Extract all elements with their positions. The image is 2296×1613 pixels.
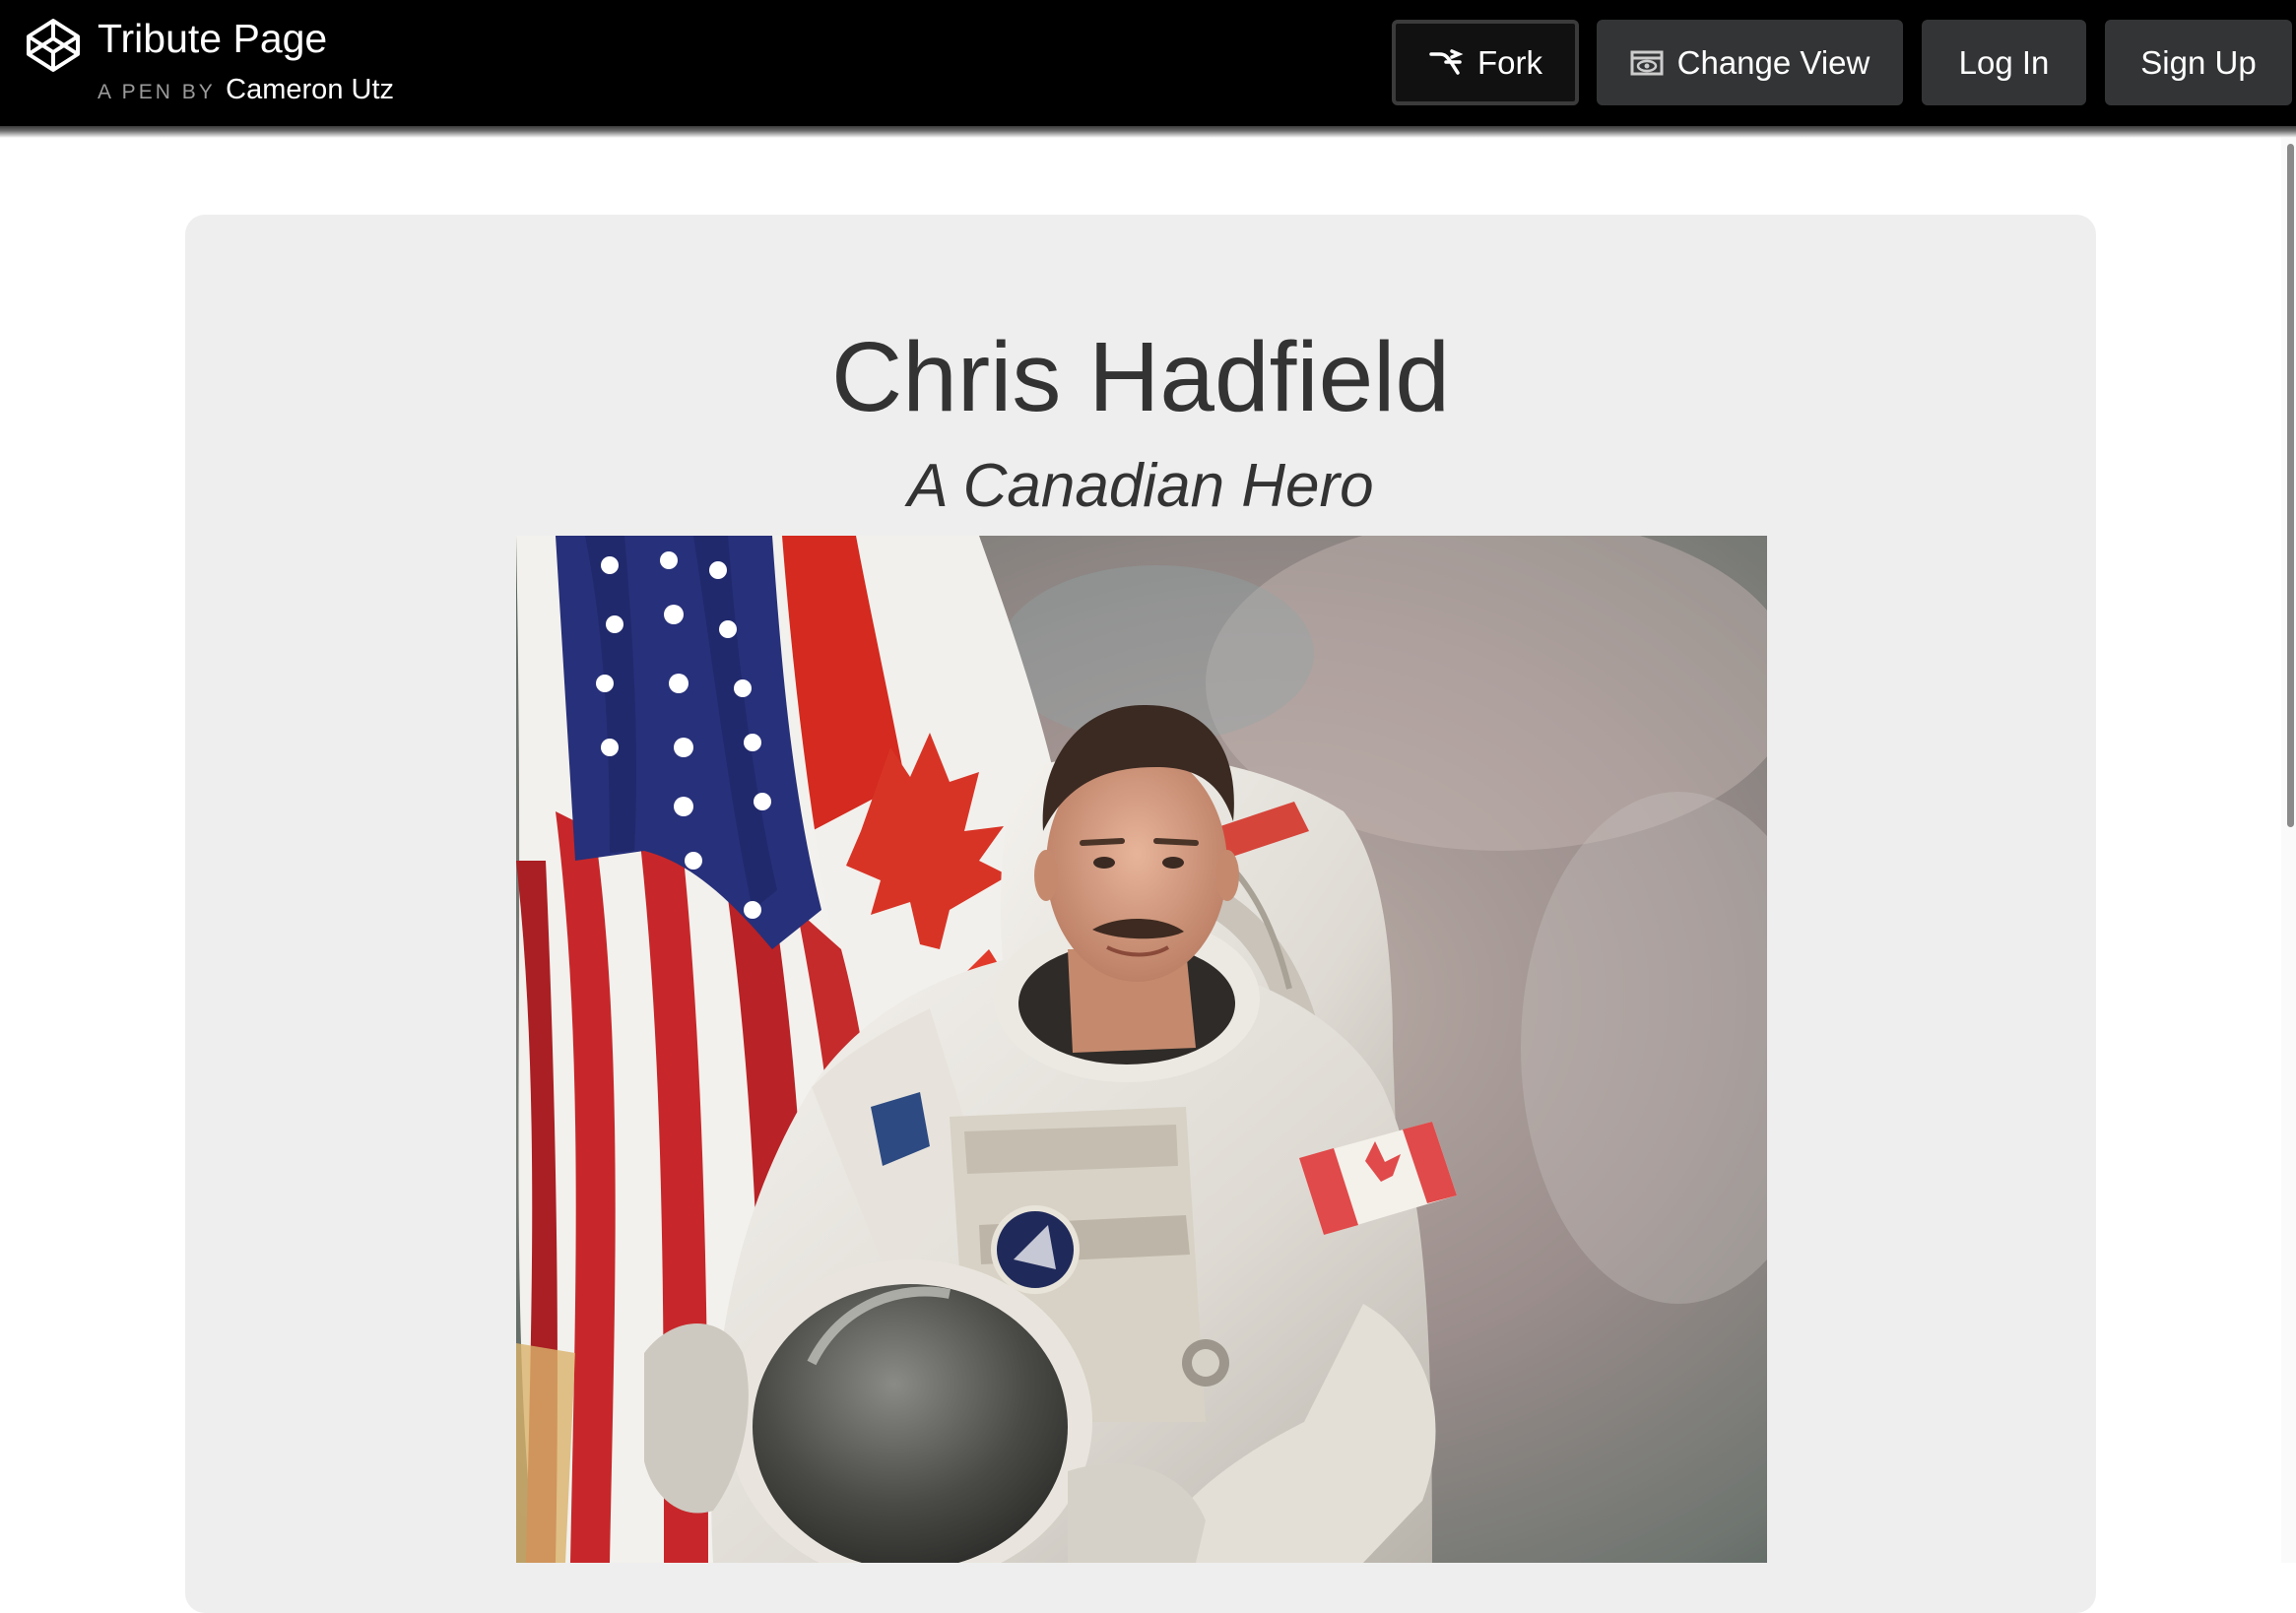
- author-link[interactable]: Cameron Utz: [226, 74, 394, 105]
- sign-up-button[interactable]: Sign Up: [2105, 20, 2292, 105]
- codepen-logo-icon[interactable]: [26, 18, 81, 73]
- fork-button[interactable]: Fork: [1392, 20, 1579, 105]
- header-shadow: [0, 126, 2296, 138]
- log-in-button[interactable]: Log In: [1922, 20, 2086, 105]
- change-view-button[interactable]: Change View: [1597, 20, 1903, 105]
- page-subtitle: A Canadian Hero: [907, 452, 1374, 520]
- page-title: Chris Hadfield: [830, 322, 1451, 432]
- fork-button-label: Fork: [1477, 43, 1542, 81]
- tribute-image: [516, 536, 1767, 1563]
- change-view-button-label: Change View: [1676, 43, 1870, 81]
- eye-icon: [1630, 50, 1664, 75]
- byline-prefix: A PEN BY: [98, 81, 216, 103]
- pen-title[interactable]: Tribute Page: [98, 14, 327, 63]
- pen-byline: A PEN BY Cameron Utz: [98, 71, 394, 113]
- page-scrollbar-thumb[interactable]: [2287, 144, 2294, 827]
- fork-icon: [1429, 48, 1464, 75]
- codepen-header: Tribute Page A PEN BY Cameron Utz Fork C…: [0, 0, 2296, 126]
